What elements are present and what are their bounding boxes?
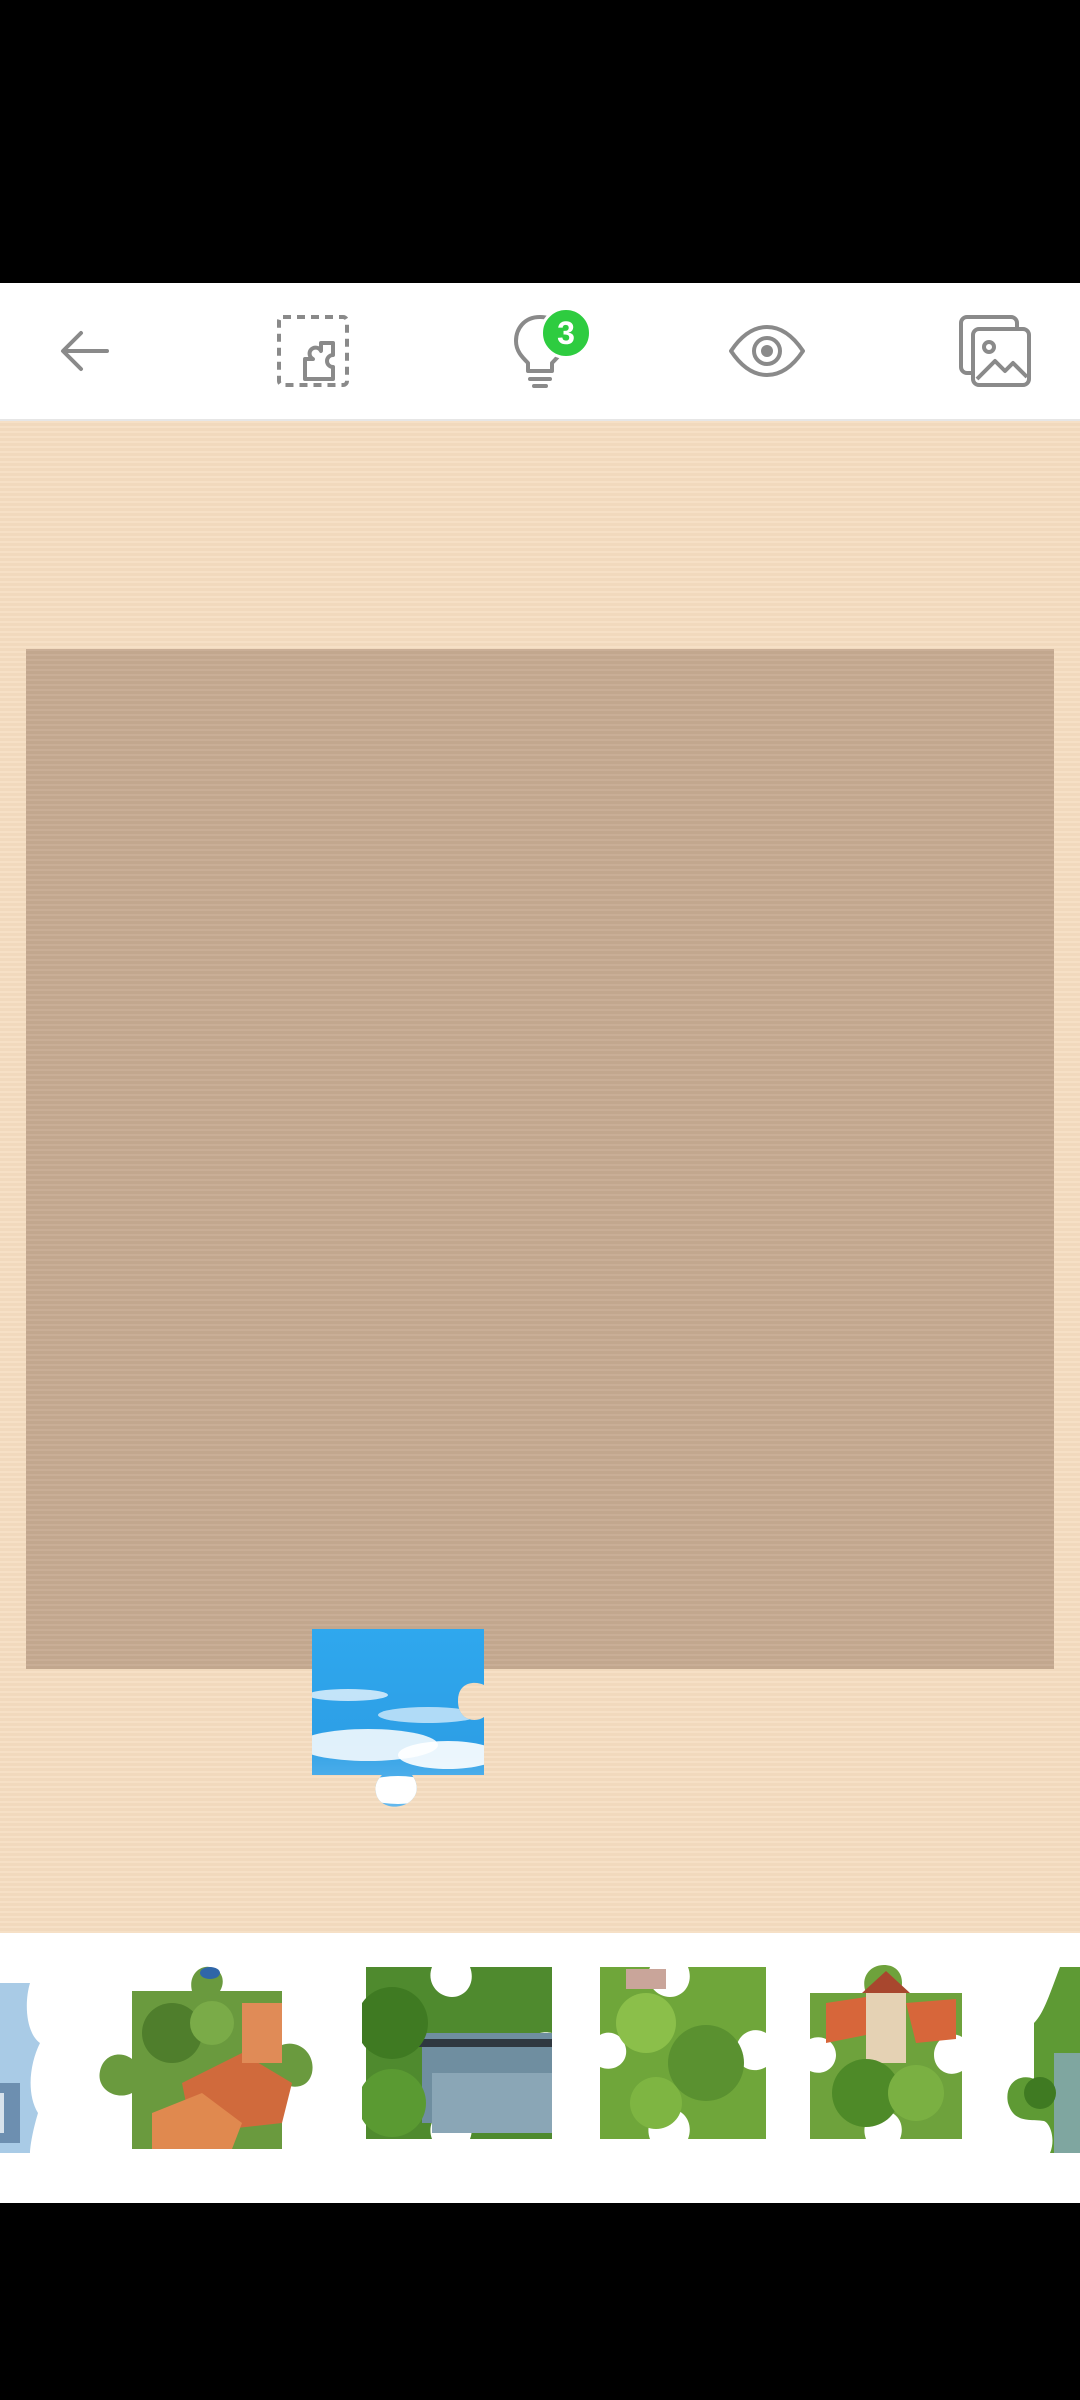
tray-piece-3[interactable] xyxy=(362,1963,562,2163)
back-button[interactable] xyxy=(20,283,150,419)
tray-piece-2[interactable] xyxy=(92,1963,322,2163)
navigation-bar-area xyxy=(0,2203,1080,2400)
puzzle-board[interactable] xyxy=(26,649,1054,1669)
status-bar-area xyxy=(0,0,1080,283)
puzzle-table xyxy=(0,421,1080,1933)
eye-icon xyxy=(729,325,805,377)
placed-puzzle-piece[interactable] xyxy=(308,1625,494,1835)
edge-pieces-button[interactable] xyxy=(248,283,378,419)
arrow-left-icon xyxy=(61,331,109,371)
hint-button[interactable] xyxy=(475,283,605,419)
background-button[interactable] xyxy=(930,283,1060,419)
tray-piece-1[interactable] xyxy=(0,1973,60,2163)
edge-pieces-icon xyxy=(277,315,349,387)
image-gallery-icon xyxy=(959,315,1031,387)
piece-tray[interactable] xyxy=(0,1933,1080,2203)
hint-count-badge: 3 xyxy=(540,307,592,359)
game-toolbar: 3 xyxy=(0,283,1080,421)
tray-piece-4[interactable] xyxy=(596,1963,776,2163)
tray-piece-6[interactable] xyxy=(1000,1963,1080,2163)
preview-button[interactable] xyxy=(702,283,832,419)
tray-piece-5[interactable] xyxy=(806,1963,976,2163)
